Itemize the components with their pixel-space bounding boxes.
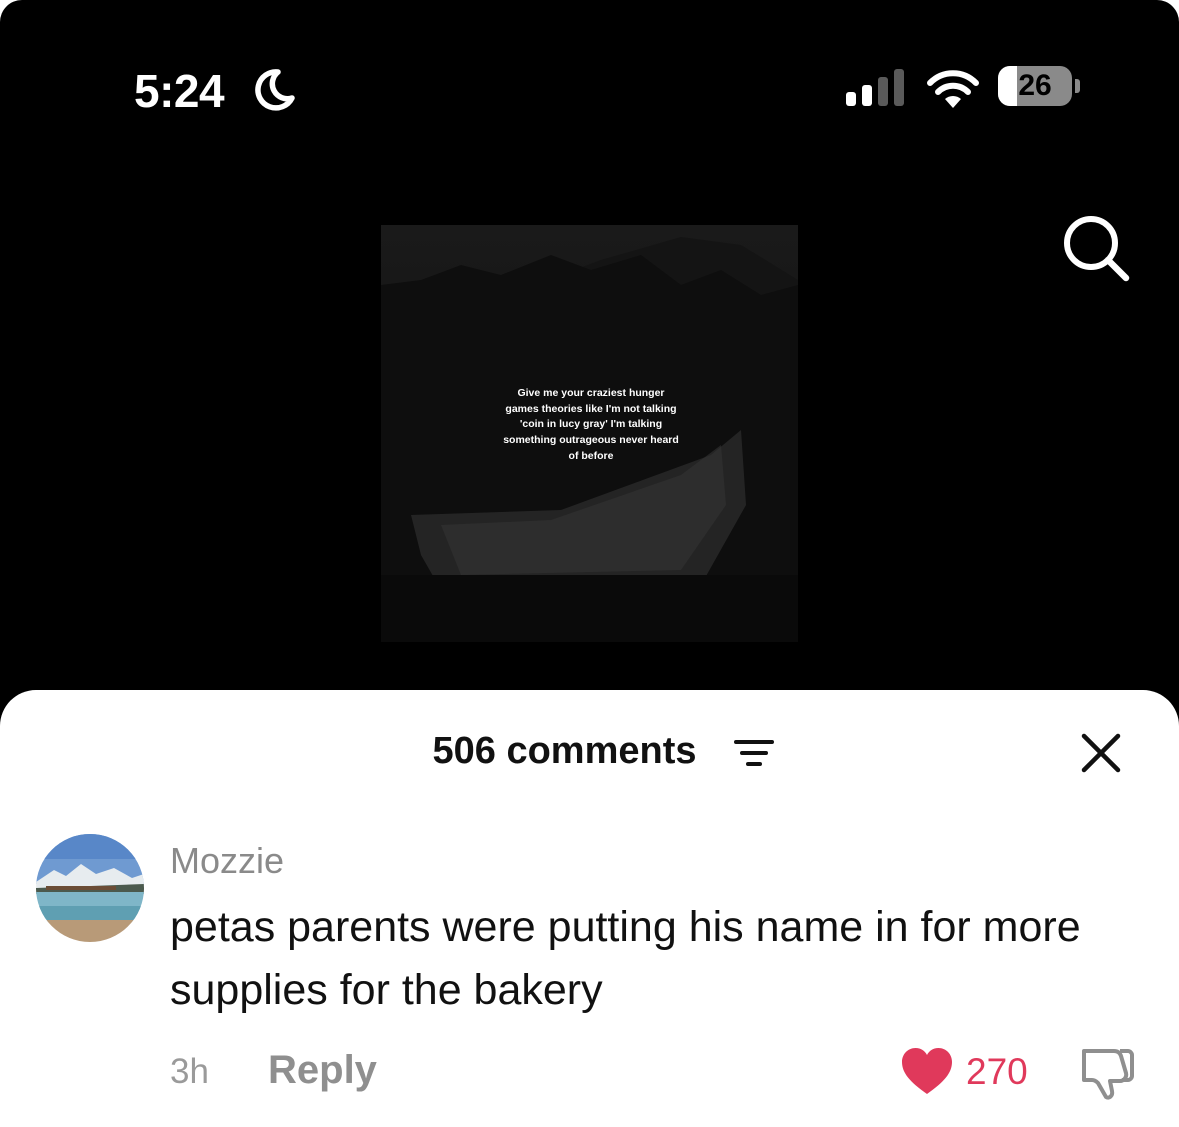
heart-icon[interactable] <box>900 1046 954 1096</box>
status-time: 5:24 <box>134 65 225 117</box>
close-icon[interactable] <box>1080 732 1122 774</box>
battery-icon: 26 <box>998 66 1082 108</box>
wifi-icon <box>927 70 979 108</box>
moon-icon <box>255 69 295 111</box>
video-caption: Give me your craziest hunger games theor… <box>503 387 679 462</box>
cellular-signal-icon <box>846 69 904 106</box>
thumbs-down-icon[interactable] <box>1078 1045 1136 1101</box>
like-count: 270 <box>966 1051 1028 1092</box>
battery-percent: 26 <box>1018 69 1052 102</box>
search-icon[interactable] <box>1060 212 1130 282</box>
comments-count-title: 506 comments <box>0 730 1179 773</box>
video-frame[interactable]: Give me your craziest hunger games theor… <box>381 225 798 642</box>
avatar[interactable] <box>36 834 144 942</box>
avatar-image <box>36 834 144 942</box>
filter-icon[interactable] <box>734 738 774 770</box>
comment-timestamp: 3h <box>170 1052 209 1091</box>
reply-button[interactable]: Reply <box>268 1048 377 1093</box>
comment-text: petas parents were putting his name in f… <box>170 903 1081 1014</box>
comments-count-label: 506 comments <box>432 730 697 772</box>
comment-username[interactable]: Mozzie <box>170 840 284 882</box>
